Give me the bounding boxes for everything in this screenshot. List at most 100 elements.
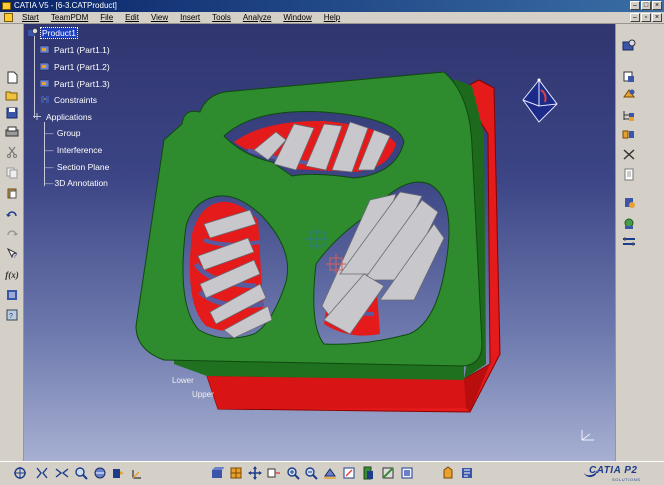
3d-viewport[interactable]: Lower Upper Product1 Part1 (Part1.1) Par…	[24, 24, 615, 461]
part-icon	[40, 45, 50, 54]
tree-label-group: Group	[56, 128, 81, 138]
reorder-icon[interactable]	[621, 167, 637, 181]
lower-label: Lower	[172, 376, 194, 385]
tree-node-group[interactable]: — Group	[45, 128, 82, 139]
close-button[interactable]: ×	[652, 1, 662, 10]
document-window-controls: – ▫ ×	[630, 13, 662, 22]
maximize-button[interactable]: □	[641, 1, 651, 10]
fix-icon[interactable]	[621, 147, 637, 161]
menu-help[interactable]: Help	[318, 13, 346, 22]
tree-branch: —	[45, 162, 54, 172]
tree-label-constraints: Constraints	[54, 95, 97, 105]
title-bar: CATIA V5 - [6-3.CATProduct] – □ ×	[0, 0, 664, 12]
product-icon[interactable]	[621, 38, 637, 52]
tree-label-part: Part1 (Part1.3)	[54, 79, 110, 89]
explode-icon[interactable]	[621, 234, 637, 248]
print-icon[interactable]	[4, 125, 20, 139]
move-icon[interactable]	[247, 466, 263, 480]
tree-label-3d-annotation: 3D Annotation	[54, 178, 108, 188]
open-icon[interactable]	[4, 88, 20, 102]
menu-analyze[interactable]: Analyze	[237, 13, 277, 22]
swap-icon[interactable]	[266, 466, 282, 480]
compass-icon[interactable]	[517, 76, 563, 128]
catia-logo-sub: SOLUTIONS	[612, 477, 641, 482]
pan-icon[interactable]	[54, 466, 70, 480]
measure-icon[interactable]	[341, 466, 357, 480]
menu-edit[interactable]: Edit	[119, 13, 145, 22]
tree-node-applications[interactable]: Applications	[32, 112, 93, 123]
existing-component-icon[interactable]	[621, 69, 637, 83]
copy-icon[interactable]	[4, 166, 20, 180]
doc-restore-button[interactable]: ▫	[641, 13, 651, 22]
specification-tree: Product1 Part1 (Part1.1) Part1 (Part1.2)…	[24, 24, 154, 194]
new-icon[interactable]	[4, 70, 20, 84]
save-icon[interactable]	[4, 106, 20, 120]
tree-node-part1-3[interactable]: Part1 (Part1.3)	[40, 79, 111, 90]
iso-view-icon[interactable]	[129, 466, 145, 480]
manipulate-icon[interactable]	[621, 216, 637, 230]
snap-icon[interactable]	[621, 195, 637, 209]
tree-node-part1-2[interactable]: Part1 (Part1.2)	[40, 62, 111, 73]
tree-node-product1[interactable]: Product1	[28, 27, 79, 39]
menu-window[interactable]: Window	[277, 13, 317, 22]
constraints-icon	[41, 96, 49, 103]
normal-view-icon[interactable]	[110, 466, 126, 480]
product-icon	[28, 28, 38, 36]
section-icon[interactable]	[380, 466, 396, 480]
doc-minimize-button[interactable]: –	[630, 13, 640, 22]
doc-close-button[interactable]: ×	[652, 13, 662, 22]
menu-insert[interactable]: Insert	[174, 13, 206, 22]
annotation-icon[interactable]	[440, 466, 456, 480]
menu-file[interactable]: File	[94, 13, 119, 22]
rotate-icon[interactable]	[92, 466, 108, 480]
shading-icon[interactable]	[209, 466, 225, 480]
3d-annotation-icon[interactable]	[459, 466, 475, 480]
tree-label-part: Part1 (Part1.1)	[54, 45, 110, 55]
svg-text:?: ?	[9, 313, 13, 320]
sectioning-icon[interactable]	[399, 466, 415, 480]
tree-label-applications: Applications	[46, 112, 92, 122]
part-icon	[40, 62, 50, 71]
tree-node-section-plane[interactable]: — Section Plane	[45, 162, 110, 173]
redo-icon[interactable]	[4, 227, 20, 241]
formula-icon[interactable]: f(x)	[4, 268, 20, 282]
fit-all-icon[interactable]	[34, 466, 50, 480]
bottom-toolbar	[0, 461, 664, 485]
zoom-in-icon[interactable]	[285, 466, 301, 480]
paste-icon[interactable]	[4, 186, 20, 200]
hide-show-icon[interactable]	[228, 466, 244, 480]
tree-node-constraints[interactable]: Constraints	[40, 95, 98, 106]
tree-label-section-plane: Section Plane	[56, 162, 110, 172]
tree-node-3d-annotation[interactable]: —3D Annotation	[45, 178, 109, 189]
tree-branch: —	[45, 145, 54, 155]
zoom-out-icon[interactable]	[303, 466, 319, 480]
zoom-area-icon[interactable]	[73, 466, 89, 480]
graph-tree-icon[interactable]	[621, 108, 637, 122]
left-toolbar: ? f(x) ?	[0, 24, 24, 461]
catalog-icon[interactable]	[4, 288, 20, 302]
applications-icon	[33, 113, 41, 120]
menu-start[interactable]: Start	[16, 13, 45, 22]
menu-view[interactable]: View	[145, 13, 174, 22]
document-icon[interactable]	[4, 13, 13, 22]
menu-tools[interactable]: Tools	[206, 13, 237, 22]
view-direction-icon[interactable]	[322, 466, 338, 480]
tree-label-part: Part1 (Part1.2)	[54, 62, 110, 72]
catia-logo: CATIA P2	[589, 465, 638, 476]
fly-mode-icon[interactable]	[12, 466, 28, 480]
undo-icon[interactable]	[4, 208, 20, 222]
macro-icon[interactable]: ?	[4, 308, 20, 322]
generate-numbering-icon[interactable]	[621, 127, 637, 141]
replace-component-icon[interactable]	[621, 87, 637, 101]
menu-teampdm[interactable]: TeamPDM	[45, 13, 94, 22]
window-title: CATIA V5 - [6-3.CATProduct]	[14, 1, 117, 10]
what-is-this-icon[interactable]: ?	[4, 246, 20, 260]
clash-icon[interactable]	[360, 466, 376, 480]
right-toolbar	[615, 24, 664, 461]
tree-node-part1-1[interactable]: Part1 (Part1.1)	[40, 45, 111, 56]
cut-icon[interactable]	[4, 145, 20, 159]
axis-system-icon	[581, 430, 594, 441]
tree-branch: —	[45, 178, 54, 188]
minimize-button[interactable]: –	[630, 1, 640, 10]
tree-node-interference[interactable]: — Interference	[45, 145, 103, 156]
